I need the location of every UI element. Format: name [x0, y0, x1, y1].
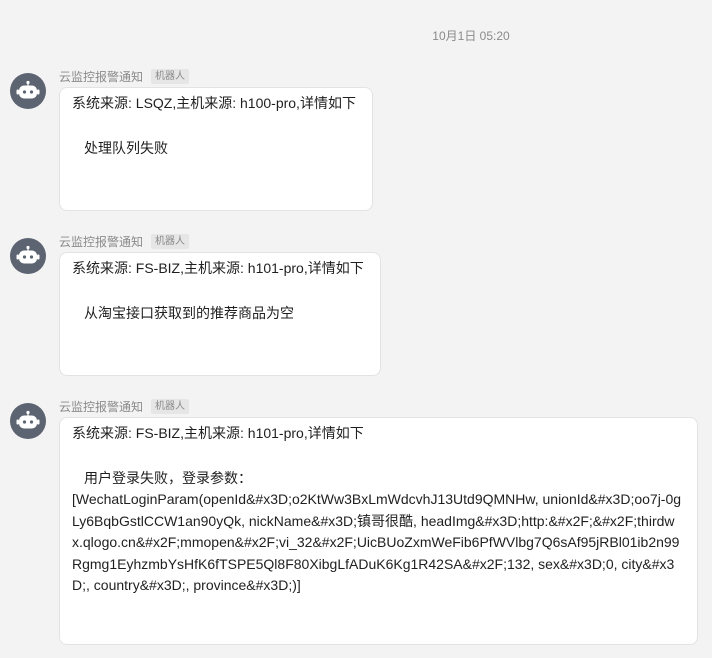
- message-timestamp: 10月1日 05:20: [432, 29, 510, 43]
- message-body-text: 用户登录失败，登录参数：: [84, 470, 252, 486]
- message-bubble[interactable]: 系统来源: FS-BIZ,主机来源: h101-pro,详情如下 从淘宝接口获取…: [59, 252, 381, 376]
- bot-badge: 机器人: [151, 68, 190, 84]
- bot-avatar-icon[interactable]: [10, 73, 46, 109]
- message-bubble[interactable]: 系统来源: LSQZ,主机来源: h100-pro,详情如下 处理队列失败: [59, 87, 373, 211]
- sender-name[interactable]: 云监控报警通知: [59, 398, 143, 415]
- message-header-text: 系统来源: LSQZ,主机来源: h100-pro,详情如下: [72, 95, 356, 111]
- message-body-text: 从淘宝接口获取到的推荐商品为空: [84, 305, 294, 321]
- bot-badge: 机器人: [151, 398, 190, 414]
- sender-name[interactable]: 云监控报警通知: [59, 68, 143, 85]
- bot-avatar-icon[interactable]: [10, 403, 46, 439]
- sender-name[interactable]: 云监控报警通知: [59, 233, 143, 250]
- message-body-text: 处理队列失败: [84, 140, 168, 156]
- bot-avatar-icon[interactable]: [10, 238, 46, 274]
- bot-badge: 机器人: [151, 233, 190, 249]
- message-header-text: 系统来源: FS-BIZ,主机来源: h101-pro,详情如下: [72, 425, 364, 441]
- message-bubble[interactable]: 系统来源: FS-BIZ,主机来源: h101-pro,详情如下 用户登录失败，…: [59, 417, 698, 645]
- login-param-text: [WechatLoginParam(openId&#x3D;o2KtWw3BxL…: [72, 491, 682, 593]
- message-header-text: 系统来源: FS-BIZ,主机来源: h101-pro,详情如下: [72, 260, 364, 276]
